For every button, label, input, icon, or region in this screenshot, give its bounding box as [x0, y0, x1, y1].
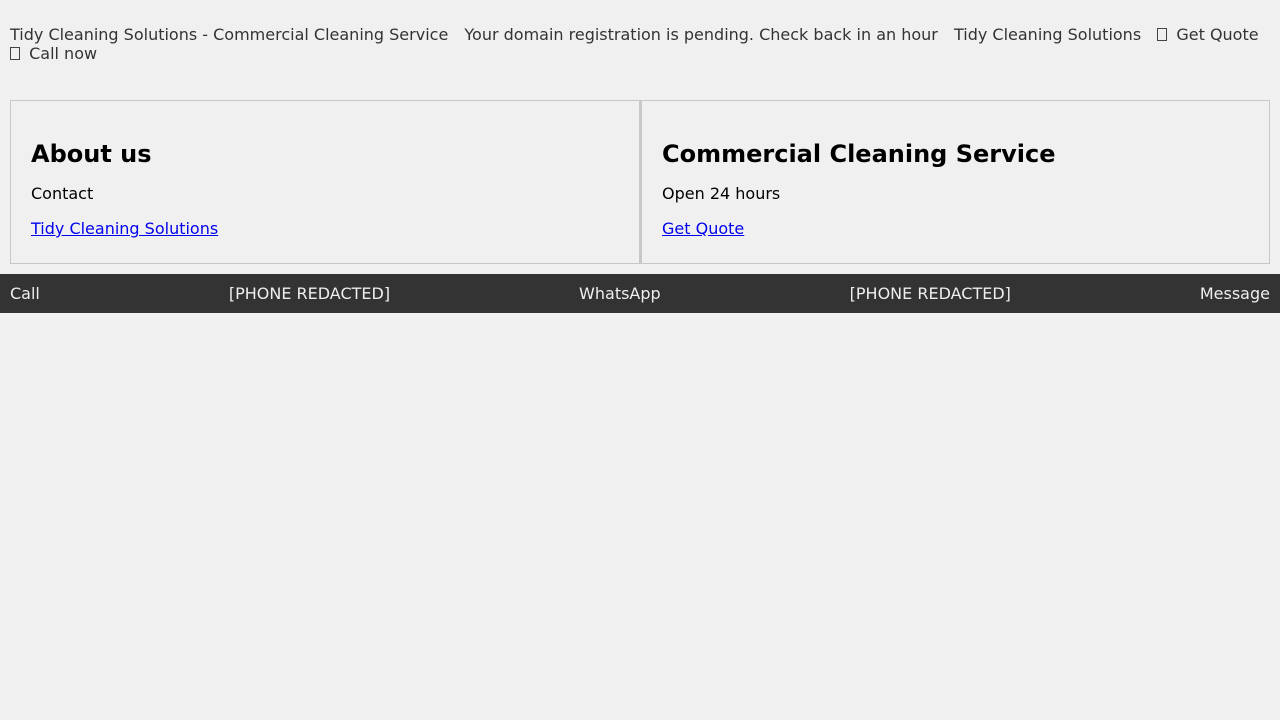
contact-bar: Call [PHONE REDACTED] WhatsApp [PHONE RE…	[0, 274, 1280, 313]
top-header: Tidy Cleaning Solutions - Commercial Cle…	[10, 25, 1272, 63]
site-title: Tidy Cleaning Solutions - Commercial Cle…	[10, 25, 449, 44]
tidy-cleaning-link[interactable]: Tidy Cleaning Solutions	[31, 219, 218, 238]
call-button[interactable]: Call	[10, 284, 40, 303]
call-phone[interactable]: [PHONE REDACTED]	[229, 284, 390, 303]
call-now-label: Call now	[29, 44, 98, 63]
about-heading: About us	[31, 140, 152, 168]
contact-label: Contact	[31, 184, 94, 203]
service-card: Commercial Cleaning Service Open 24 hour…	[640, 100, 1270, 264]
whatsapp-phone[interactable]: [PHONE REDACTED]	[850, 284, 1011, 303]
get-quote-link[interactable]: Get Quote	[662, 219, 744, 238]
missing-glyph-icon	[10, 47, 20, 60]
missing-glyph-icon	[1157, 28, 1168, 41]
whatsapp-button[interactable]: WhatsApp	[579, 284, 661, 303]
domain-pending-notice: Your domain registration is pending. Che…	[464, 25, 938, 44]
message-button[interactable]: Message	[1200, 284, 1270, 303]
about-card: About us Contact Tidy Cleaning Solutions	[10, 100, 640, 264]
brand-name[interactable]: Tidy Cleaning Solutions	[954, 25, 1141, 44]
header-get-quote[interactable]: Get Quote	[1157, 25, 1259, 44]
header-call-now[interactable]: Call now	[10, 44, 97, 63]
info-cards: About us Contact Tidy Cleaning Solutions…	[10, 100, 1270, 264]
service-heading: Commercial Cleaning Service	[662, 140, 1056, 168]
hours-text: Open 24 hours	[662, 184, 781, 203]
get-quote-label: Get Quote	[1176, 25, 1259, 44]
